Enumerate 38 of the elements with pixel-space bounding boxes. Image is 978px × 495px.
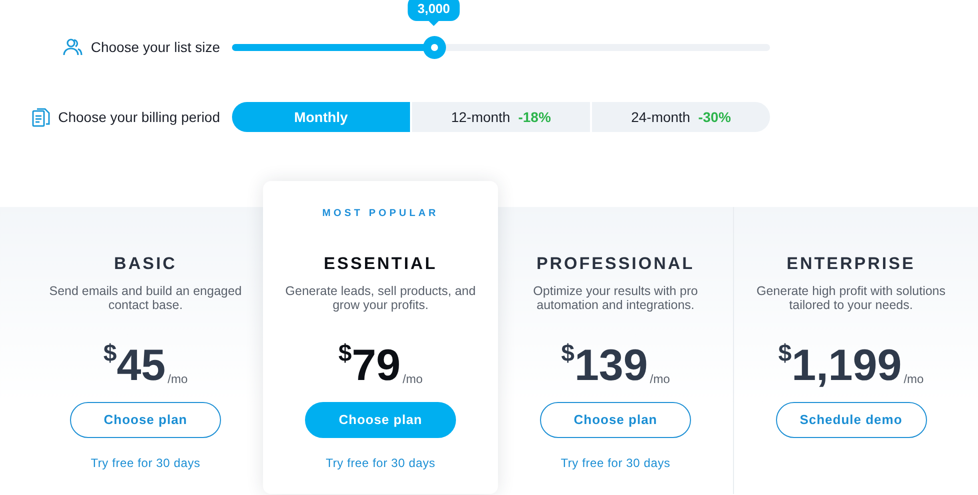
plan-name: PROFESSIONAL bbox=[536, 253, 695, 275]
billing-option-tab[interactable]: 24-month -30% bbox=[592, 102, 770, 132]
price-period: /mo bbox=[650, 370, 670, 388]
trial-link[interactable]: Try free for 30 days bbox=[326, 454, 436, 472]
list-size-slider[interactable] bbox=[232, 36, 770, 58]
currency-symbol: $ bbox=[561, 338, 574, 368]
plan-button[interactable]: Choose plan bbox=[540, 402, 691, 438]
plan-button[interactable]: Choose plan bbox=[305, 402, 456, 438]
price-amount: 79 bbox=[352, 340, 401, 392]
price-amount: 1,199 bbox=[792, 340, 902, 392]
billing-option-tab[interactable]: 12-month -18% bbox=[412, 102, 590, 132]
price-amount: 45 bbox=[116, 340, 166, 392]
plan-button[interactable]: Schedule demo bbox=[776, 402, 926, 438]
price-period: /mo bbox=[904, 370, 924, 388]
list-size-label: Choose your list size bbox=[90, 38, 220, 57]
plan-button[interactable]: Choose plan bbox=[70, 402, 221, 438]
plan-description: Optimize your results with pro automation and integrations. bbox=[532, 284, 699, 314]
plan-name: ESSENTIAL bbox=[324, 253, 438, 275]
currency-symbol: $ bbox=[338, 338, 352, 368]
people-icon bbox=[62, 38, 83, 56]
slider-thumb[interactable] bbox=[422, 36, 446, 58]
plan-description: Generate leads, sell products, and grow your profits. bbox=[284, 284, 477, 314]
document-icon bbox=[32, 108, 50, 126]
trial-link[interactable]: Try free for 30 days bbox=[90, 454, 200, 472]
trial-link[interactable]: Try free for 30 days bbox=[560, 454, 670, 472]
plan-name: BASIC bbox=[114, 253, 177, 275]
plan-description: Send emails and build an engaged contact base. bbox=[48, 284, 243, 314]
popular-label: MOST POPULAR bbox=[322, 207, 439, 221]
currency-symbol: $ bbox=[778, 338, 792, 368]
billing-period-label: Choose your billing period bbox=[58, 108, 220, 127]
price-amount: 139 bbox=[574, 340, 648, 392]
plan-description: Generate high profit with solutions tailored to your needs. bbox=[756, 284, 946, 314]
currency-symbol: $ bbox=[103, 338, 117, 368]
value-tooltip: 3,000 bbox=[407, 0, 460, 26]
price-period: /mo bbox=[402, 370, 423, 388]
billing-option-tab[interactable]: Monthly bbox=[232, 102, 410, 132]
price-period: /mo bbox=[168, 370, 188, 388]
plan-name: ENTERPRISE bbox=[786, 253, 916, 275]
